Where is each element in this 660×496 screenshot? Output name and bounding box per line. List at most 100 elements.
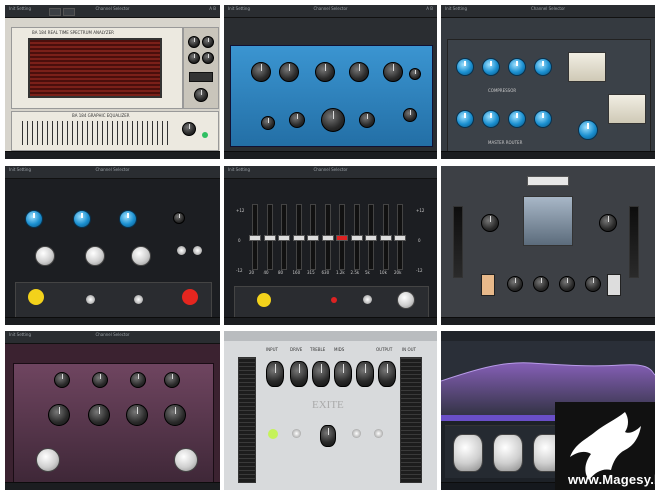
tile-rta-graphic-eq[interactable]: Init Setting Channel Selector A B BA 184… [5,5,220,159]
mix-knob[interactable] [320,425,336,447]
fader-cap[interactable] [394,235,406,241]
eq-freq-knob-2[interactable] [92,372,108,388]
tile-blue-compressor[interactable]: Init Setting Channel Selector COMPRESSOR… [441,5,655,159]
fader-cap[interactable] [350,235,363,241]
analog-toggle[interactable] [134,295,143,304]
menu-label[interactable]: Channel Selector [313,167,347,172]
fader-10[interactable] [394,204,406,270]
preset-label[interactable]: Init Setting [228,167,250,172]
eq-freq-knob-4[interactable] [164,372,180,388]
ab-label[interactable]: A B [209,6,216,11]
attack-knob[interactable] [507,276,523,292]
tile-fader-eq[interactable]: Init Setting Channel Selector +12 0 -12 … [224,166,437,325]
preset-label[interactable]: Init Setting [9,167,31,172]
comp-knob-2[interactable] [482,58,500,76]
eq-gain-knob-2[interactable] [88,404,110,426]
comp-output-knob[interactable] [578,120,598,140]
eq-small-knob-2[interactable] [289,112,305,128]
fader-3[interactable] [292,204,305,270]
hpf-toggle[interactable] [352,429,361,438]
mids-knob[interactable] [334,361,352,387]
eq-knob-5[interactable] [383,62,403,82]
band-knob-1[interactable] [453,434,483,472]
threshold-knob[interactable] [585,276,601,292]
link-button[interactable] [607,274,621,296]
fader-cap[interactable] [379,235,392,241]
preset-label[interactable]: Init Setting [445,6,467,11]
tile-black-eq[interactable]: Init Setting Channel Selector [5,166,220,325]
eq-side-knob[interactable] [409,68,421,80]
eq-gain-knob-2[interactable] [85,246,105,266]
eq-knob-3[interactable] [315,62,335,82]
eq-main-knob[interactable] [321,108,345,132]
treble-knob[interactable] [312,361,330,387]
output-star-led[interactable] [182,289,198,305]
fader-cap[interactable] [336,235,348,241]
input-knob[interactable] [266,361,284,387]
fader-cap[interactable] [278,235,290,241]
output-knob[interactable] [378,361,396,387]
fader-cap[interactable] [292,235,305,241]
comp-knob-7[interactable] [508,110,526,128]
harmonics-star-led[interactable] [28,289,44,305]
eq-small-knob-4[interactable] [403,108,417,122]
bass-knob[interactable] [356,361,374,387]
fader-9[interactable] [379,204,392,270]
comp-knob-1[interactable] [456,58,474,76]
ab-label[interactable]: A B [426,6,433,11]
rta-knob-5[interactable] [194,88,208,102]
eq-knob-1[interactable] [251,62,271,82]
fader-2[interactable] [278,204,290,270]
rta-knob-4[interactable] [202,52,214,64]
rta-switch[interactable] [189,72,213,82]
menu-label[interactable]: Channel Selector [313,6,347,11]
fader-1[interactable] [263,204,276,270]
eq-gain-knob-4[interactable] [164,404,186,426]
eq-gain-knob-1[interactable] [35,246,55,266]
eq-freq-knob-1[interactable] [54,372,70,388]
eq-gain-knob-3[interactable] [131,246,151,266]
fader-4[interactable] [307,204,319,270]
input-knob[interactable] [36,448,60,472]
fader-0[interactable] [249,204,261,270]
band-knob-2[interactable] [493,434,523,472]
eq-small-knob-3[interactable] [359,112,375,128]
fader-cap[interactable] [249,235,261,241]
output-knob[interactable] [397,291,415,309]
menu-label[interactable]: Channel Selector [95,167,129,172]
tile-gray-compressor[interactable] [441,166,655,325]
eq-gain-knob-3[interactable] [126,404,148,426]
comp-knob-8[interactable] [534,110,552,128]
output-knob[interactable] [174,448,198,472]
harmonics-star-led[interactable] [257,293,271,307]
sat-toggle[interactable] [292,429,301,438]
eq-gain-knob-1[interactable] [48,404,70,426]
lpf-toggle[interactable] [374,429,383,438]
menu-label[interactable]: Channel Selector [95,332,129,337]
fader-5[interactable] [321,204,334,270]
fader-cap[interactable] [365,235,377,241]
fader-cap[interactable] [321,235,334,241]
comp-knob-3[interactable] [508,58,526,76]
tile-silver-console[interactable]: INPUT DRIVE TREBLE MIDS OUTPUT IN OUT EX… [224,331,437,490]
fader-cap[interactable] [307,235,319,241]
eq-knob-4[interactable] [349,62,369,82]
graphic-eq-sliders[interactable] [22,121,172,145]
eq-filter-knob[interactable] [173,212,185,224]
power-led[interactable] [268,429,278,439]
release-knob[interactable] [533,276,549,292]
mode-button[interactable] [481,274,495,296]
graphic-eq-knob[interactable] [182,122,196,136]
phase-led[interactable] [331,297,337,303]
input-knob[interactable] [481,214,499,232]
eq-band-knob-2[interactable] [73,210,91,228]
preset-label[interactable]: Init Setting [9,6,31,11]
rta-knob-2[interactable] [202,36,214,48]
eq-band-knob-3[interactable] [119,210,137,228]
fader-6[interactable] [336,204,348,270]
tile-blue-eq[interactable]: Init Setting Channel Selector A B [224,5,437,159]
preset-label[interactable]: Init Setting [228,6,250,11]
preset-label[interactable]: Init Setting [9,332,31,337]
menu-label[interactable]: Channel Selector [531,6,565,11]
prev-preset-button[interactable] [49,8,61,16]
